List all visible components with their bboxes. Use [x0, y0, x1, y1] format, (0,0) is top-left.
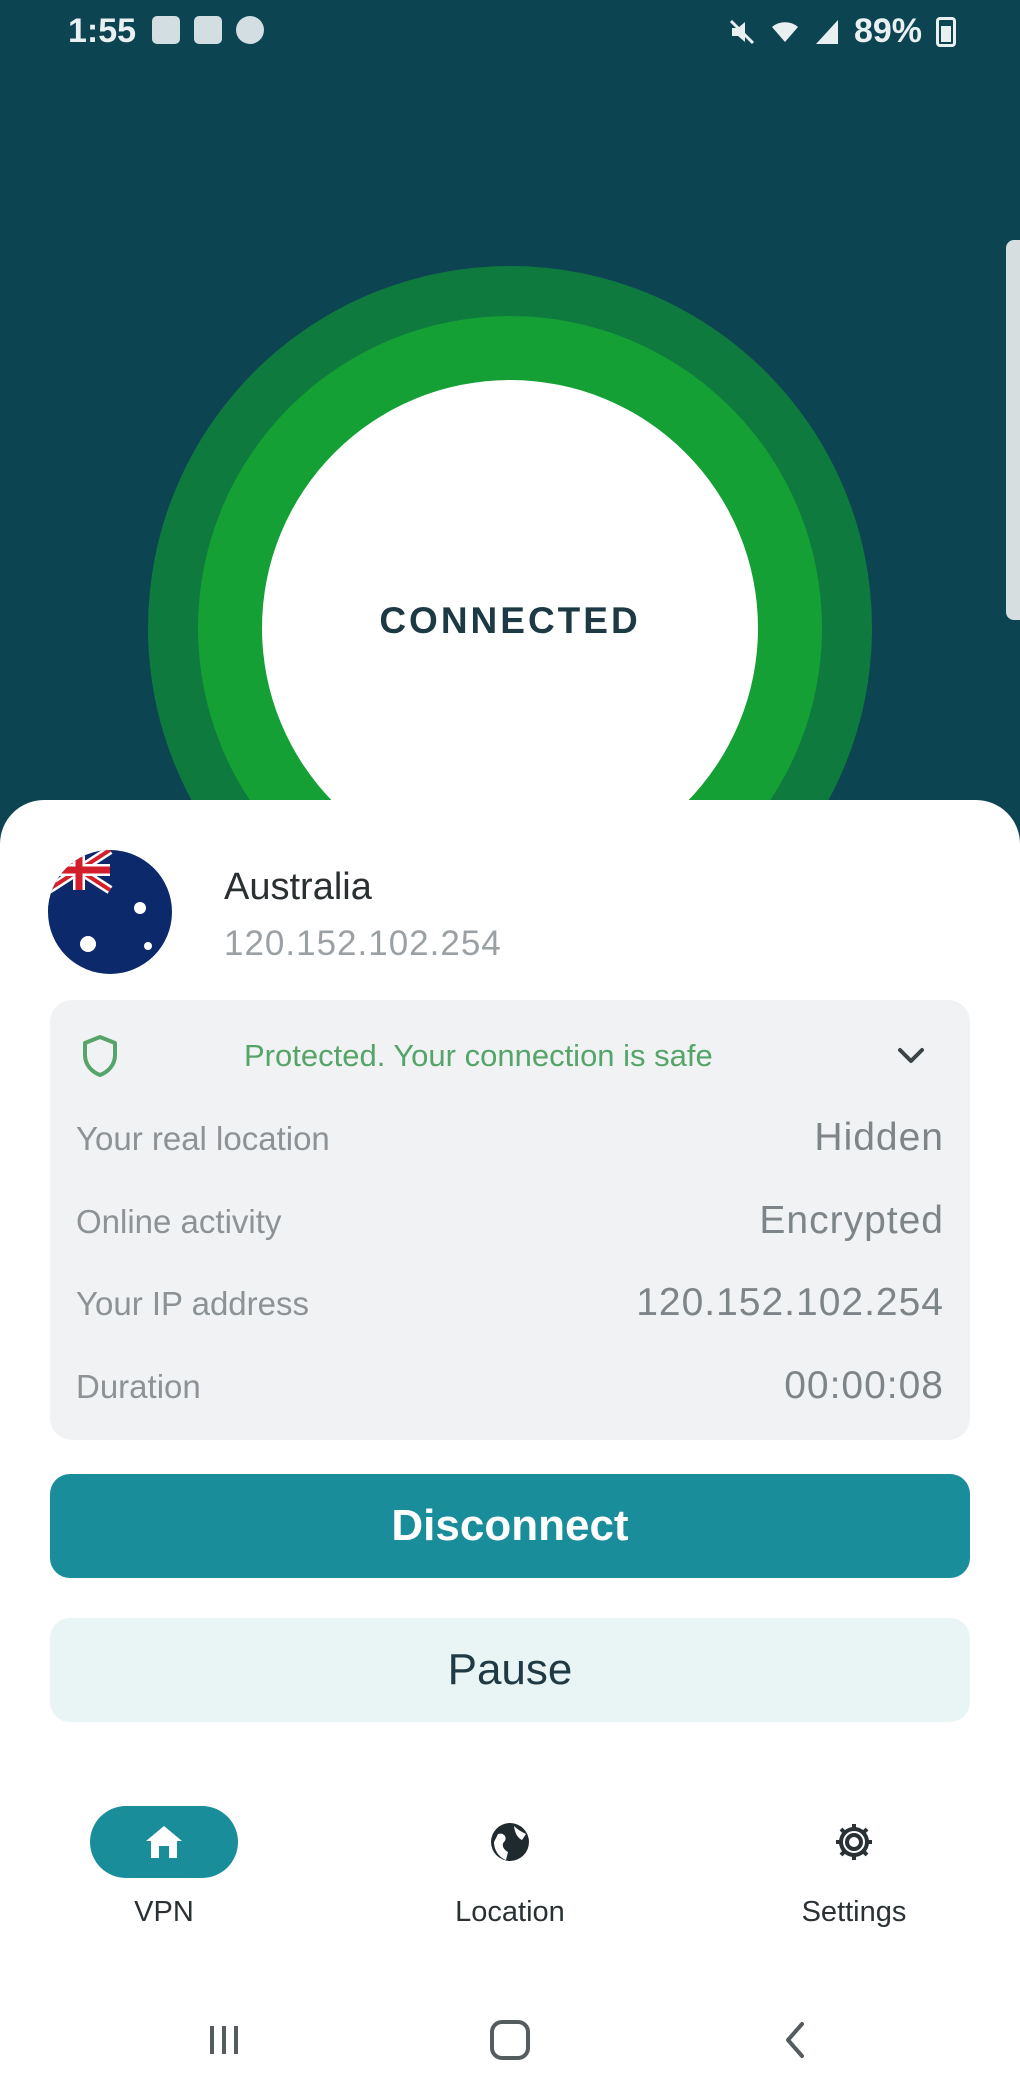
battery-icon — [936, 16, 956, 47]
status-system-icons: 89% — [728, 12, 956, 51]
info-value: Hidden — [814, 1116, 944, 1159]
info-label: Online activity — [76, 1203, 282, 1240]
nav-label-settings: Settings — [801, 1896, 907, 1928]
info-label: Your IP address — [76, 1285, 309, 1322]
status-time: 1:55 — [68, 12, 137, 50]
nav-item-settings[interactable]: Settings — [734, 1806, 974, 1929]
protected-status-text: Protected. Your connection is safe — [244, 1038, 713, 1073]
shield-status-icon — [236, 16, 264, 44]
home-icon — [146, 1826, 182, 1858]
nav-icon-container — [780, 1806, 928, 1878]
disconnect-button[interactable]: Disconnect — [50, 1474, 970, 1578]
wifi-icon — [771, 21, 798, 42]
pause-button[interactable]: Pause — [50, 1618, 970, 1722]
info-row-duration: Duration 00:00:08 — [76, 1364, 944, 1418]
status-notification-icons — [152, 16, 264, 44]
globe-icon — [491, 1823, 529, 1861]
nav-label-location: Location — [455, 1896, 565, 1928]
home-button-icon[interactable] — [488, 2020, 532, 2060]
nav-icon-container — [436, 1806, 584, 1878]
status-bar: 1:55 89% — [0, 0, 1020, 64]
info-value: 00:00:08 — [784, 1364, 944, 1407]
info-value: 120.152.102.254 — [636, 1281, 944, 1324]
server-ip: 120.152.102.254 — [224, 924, 502, 963]
nav-label-vpn: VPN — [134, 1896, 194, 1928]
battery-percent: 89% — [853, 12, 922, 50]
info-row-real-location: Your real location Hidden — [76, 1116, 944, 1170]
image-icon — [152, 16, 180, 44]
server-country: Australia — [224, 866, 372, 908]
system-navigation-bar — [0, 2000, 1020, 2080]
chevron-down-icon[interactable] — [892, 1040, 930, 1070]
scroll-handle[interactable] — [1006, 240, 1020, 620]
australia-flag-icon — [48, 850, 172, 974]
nav-active-indicator — [90, 1806, 238, 1878]
shield-icon — [83, 1035, 117, 1077]
info-value: Encrypted — [759, 1199, 944, 1242]
info-row-online-activity: Online activity Encrypted — [76, 1199, 944, 1253]
connection-status-label: CONNECTED — [379, 600, 641, 641]
nav-item-vpn[interactable]: VPN — [44, 1806, 284, 1929]
recent-apps-icon[interactable] — [204, 2020, 244, 2060]
gear-icon — [836, 1824, 872, 1860]
signal-icon — [815, 19, 838, 44]
back-icon[interactable] — [776, 2020, 816, 2060]
account-box-icon — [194, 16, 222, 44]
info-label: Duration — [76, 1368, 201, 1405]
mute-icon — [729, 19, 754, 44]
info-row-ip-address: Your IP address 120.152.102.254 — [76, 1281, 944, 1335]
nav-item-location[interactable]: Location — [390, 1806, 630, 1929]
info-label: Your real location — [76, 1120, 330, 1157]
